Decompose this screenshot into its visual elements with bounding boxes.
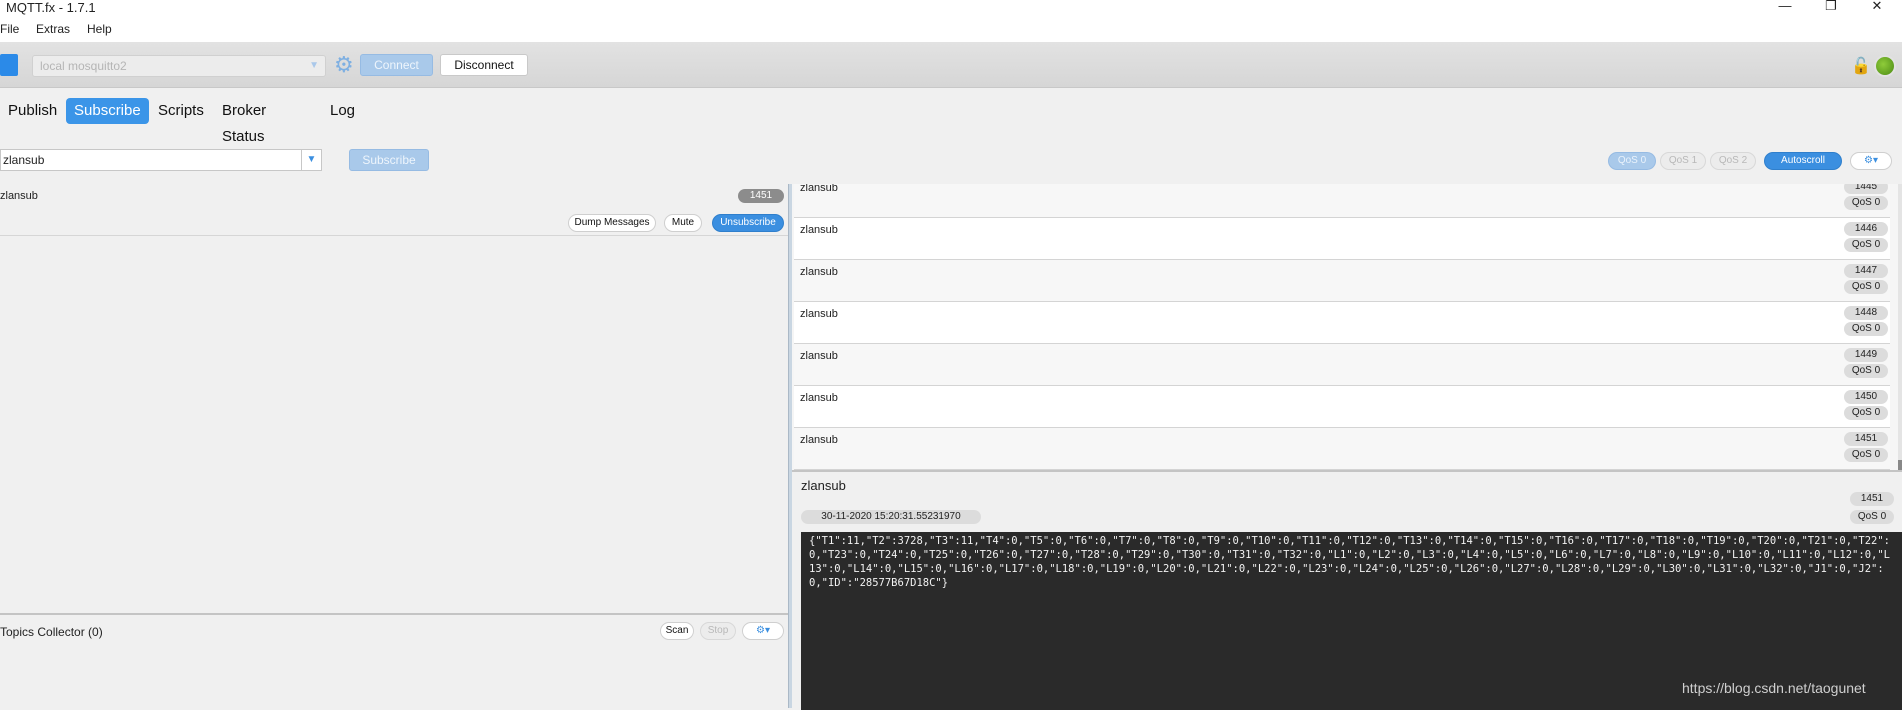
chevron-down-icon: ▼ <box>309 60 319 71</box>
new-profile-icon[interactable] <box>0 54 18 76</box>
list-item[interactable]: zlansub 1448 QoS 0 <box>794 302 1890 344</box>
topic-input[interactable]: zlansub ▼ <box>0 149 322 171</box>
topics-collector-label: Topics Collector (0) <box>0 625 103 639</box>
scan-button[interactable]: Scan <box>660 622 694 640</box>
scrollbar-thumb[interactable] <box>1898 460 1902 470</box>
message-number-badge: 1445 <box>1844 184 1888 194</box>
message-qos-badge: QoS 0 <box>1844 322 1888 336</box>
list-item[interactable]: zlansub 1445 QoS 0 <box>794 184 1890 218</box>
menu-file[interactable]: File <box>0 22 19 36</box>
message-number-badge: 1450 <box>1844 390 1888 404</box>
mute-button[interactable]: Mute <box>664 214 702 232</box>
message-topic: zlansub <box>800 392 838 404</box>
detail-topic: zlansub <box>801 478 846 493</box>
message-qos-badge: QoS 0 <box>1844 448 1888 462</box>
subscription-entry[interactable]: zlansub 1451 Dump Messages Mute Unsubscr… <box>0 184 788 236</box>
dump-messages-button[interactable]: Dump Messages <box>568 214 656 232</box>
lock-open-icon: 🔓 <box>1851 58 1871 75</box>
message-qos-badge: QoS 0 <box>1844 196 1888 210</box>
unsubscribe-button[interactable]: Unsubscribe <box>712 214 784 232</box>
message-count-badge: 1451 <box>738 189 784 203</box>
subscribe-button[interactable]: Subscribe <box>349 149 429 171</box>
detail-timestamp: 30-11-2020 15:20:31.55231970 <box>801 510 981 524</box>
tab-log[interactable]: Log <box>322 98 363 124</box>
subscription-topic: zlansub <box>0 190 38 202</box>
window-title: MQTT.fx - 1.7.1 <box>6 0 96 15</box>
list-item[interactable]: zlansub 1446 QoS 0 <box>794 218 1890 260</box>
message-topic: zlansub <box>800 308 838 320</box>
restore-button[interactable]: ❐ <box>1808 0 1854 16</box>
connected-status-icon <box>1874 55 1896 77</box>
qos0-toggle[interactable]: QoS 0 <box>1608 152 1656 170</box>
message-topic: zlansub <box>800 184 838 194</box>
message-topic: zlansub <box>800 350 838 362</box>
message-number-badge: 1451 <box>1844 432 1888 446</box>
close-button[interactable]: ✕ <box>1854 0 1900 16</box>
message-list-scrollbar[interactable] <box>1898 184 1902 470</box>
profile-value: local mosquitto2 <box>40 59 127 73</box>
message-qos-badge: QoS 0 <box>1844 280 1888 294</box>
title-bar: MQTT.fx - 1.7.1 — ❐ ✕ <box>0 0 1902 18</box>
message-qos-badge: QoS 0 <box>1844 364 1888 378</box>
list-item[interactable]: zlansub 1449 QoS 0 <box>794 344 1890 386</box>
message-qos-badge: QoS 0 <box>1844 406 1888 420</box>
menu-bar: File Extras Help <box>0 18 1902 42</box>
disconnect-button[interactable]: Disconnect <box>440 54 528 76</box>
tab-subscribe[interactable]: Subscribe <box>66 98 149 124</box>
gear-icon[interactable]: ⚙ <box>334 53 354 77</box>
connect-button[interactable]: Connect <box>360 54 433 76</box>
subscriptions-pane: zlansub 1451 Dump Messages Mute Unsubscr… <box>0 184 788 708</box>
topics-collector: Topics Collector (0) Scan Stop ⚙▾ <box>0 613 788 708</box>
connection-toolbar: local mosquitto2 ▼ ⚙ Connect Disconnect … <box>0 42 1902 88</box>
message-detail: zlansub 1451 30-11-2020 15:20:31.5523197… <box>792 470 1902 710</box>
menu-help[interactable]: Help <box>87 22 112 36</box>
list-item[interactable]: zlansub 1451 QoS 0 <box>794 428 1890 470</box>
minimize-button[interactable]: — <box>1762 0 1808 16</box>
list-item[interactable]: zlansub 1447 QoS 0 <box>794 260 1890 302</box>
profile-select[interactable]: local mosquitto2 ▼ <box>32 55 326 77</box>
message-number-badge: 1448 <box>1844 306 1888 320</box>
stop-button[interactable]: Stop <box>700 622 736 640</box>
gear-dropdown-icon[interactable]: ⚙▾ <box>1850 152 1892 170</box>
list-item[interactable]: zlansub 1450 QoS 0 <box>794 386 1890 428</box>
message-list: zlansub 1445 QoS 0 zlansub 1446 QoS 0 zl… <box>792 184 1898 470</box>
tab-scripts[interactable]: Scripts <box>150 98 212 124</box>
message-topic: zlansub <box>800 434 838 446</box>
message-topic: zlansub <box>800 266 838 278</box>
message-number-badge: 1447 <box>1844 264 1888 278</box>
tab-publish[interactable]: Publish <box>0 98 65 124</box>
qos1-toggle[interactable]: QoS 1 <box>1660 152 1706 170</box>
message-topic: zlansub <box>800 224 838 236</box>
message-qos-badge: QoS 0 <box>1844 238 1888 252</box>
menu-extras[interactable]: Extras <box>36 22 70 36</box>
chevron-down-icon[interactable]: ▼ <box>301 150 321 170</box>
gear-dropdown-icon[interactable]: ⚙▾ <box>742 622 784 640</box>
detail-qos-badge: QoS 0 <box>1850 510 1894 524</box>
detail-number-badge: 1451 <box>1850 492 1894 506</box>
subscribe-bar: zlansub ▼ Subscribe QoS 0 QoS 1 QoS 2 Au… <box>0 148 1902 174</box>
qos2-toggle[interactable]: QoS 2 <box>1710 152 1756 170</box>
topic-input-value: zlansub <box>3 153 45 167</box>
message-number-badge: 1449 <box>1844 348 1888 362</box>
watermark: https://blog.csdn.net/taogunet <box>1682 680 1866 696</box>
message-number-badge: 1446 <box>1844 222 1888 236</box>
tab-broker-status[interactable]: Broker Status <box>214 98 274 145</box>
autoscroll-toggle[interactable]: Autoscroll <box>1764 152 1842 170</box>
